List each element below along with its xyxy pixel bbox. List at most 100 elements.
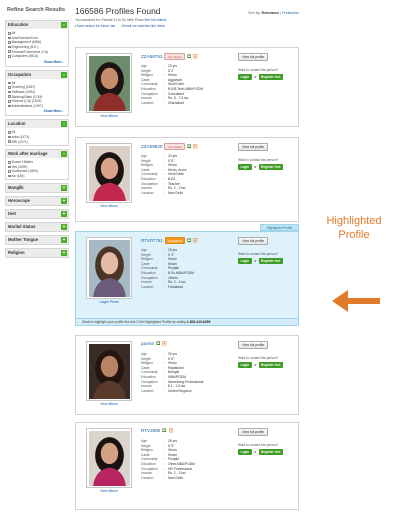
filter-location-header[interactable]: Location - (6, 120, 68, 129)
checkbox[interactable] (8, 45, 11, 49)
filter-mother-tongue[interactable]: Mother Tongue + (5, 235, 69, 246)
expand-icon[interactable]: + (61, 185, 67, 192)
profile-id-link[interactable]: RTV07751 (141, 238, 163, 243)
detail-value: 5' 5" (168, 158, 175, 163)
full-criteria-link[interactable]: See full criteria (144, 18, 166, 22)
collapse-icon[interactable]: - (61, 150, 67, 157)
profile-id-link[interactable]: ZZA58753 (141, 54, 162, 59)
expand-icon[interactable]: + (61, 250, 67, 257)
checkbox[interactable] (8, 131, 11, 134)
login-button[interactable]: Login (238, 449, 252, 455)
checkbox[interactable] (8, 170, 11, 173)
contact-actions: Login or Register free (238, 74, 296, 80)
checkbox[interactable] (8, 90, 11, 94)
option-label: Undecided (1654) (11, 169, 38, 174)
collapse-icon[interactable]: - (61, 22, 67, 28)
option-label: Banking/Stats (1745) (11, 94, 43, 99)
checkbox[interactable] (8, 95, 11, 98)
detail-label: Occupation (141, 466, 158, 471)
register-free-button[interactable]: Register free (258, 74, 284, 80)
profile-id-link[interactable]: RTV2960 (141, 428, 160, 433)
profile-photo[interactable] (86, 428, 132, 488)
profile-photo[interactable] (86, 341, 132, 401)
profile-id-link[interactable]: ZZA59620 (141, 144, 162, 149)
register-free-button[interactable]: Register free (258, 258, 284, 264)
view-album-link[interactable]: View Album (86, 114, 132, 118)
email-matches-link[interactable]: Email me matches like these (121, 24, 165, 28)
view-full-profile-button[interactable]: View full profile (238, 53, 269, 61)
checkbox[interactable] (8, 160, 11, 164)
filter-header[interactable]: Religion + (6, 249, 68, 258)
view-full-profile-button[interactable]: View full profile (238, 237, 269, 245)
checkbox[interactable] (8, 86, 11, 89)
checkbox[interactable] (8, 81, 11, 85)
expand-icon[interactable]: + (61, 211, 67, 218)
checkbox[interactable] (8, 135, 11, 139)
view-full-profile-button[interactable]: View full profile (238, 341, 269, 349)
filter-header[interactable]: Manglik + (6, 184, 68, 193)
expand-icon[interactable]: + (61, 237, 67, 244)
login-button[interactable]: Login (238, 164, 252, 170)
filter-header[interactable]: Horoscope + (6, 197, 68, 206)
detail-value: Khatri (168, 261, 177, 266)
register-free-button[interactable]: Register free (258, 362, 284, 368)
checkbox[interactable] (8, 165, 11, 169)
show-more-link[interactable]: Show More... (8, 59, 66, 65)
filter-occupation-header[interactable]: Occupation - (6, 70, 68, 79)
filter-diet[interactable]: Diet + (5, 209, 69, 220)
expand-icon[interactable]: + (61, 198, 67, 205)
view-album-link[interactable]: View Album (86, 402, 132, 406)
checkbox[interactable] (8, 99, 11, 103)
annotation-line1: Highlighted (326, 215, 382, 227)
login-button[interactable]: Login (238, 258, 252, 264)
checkbox[interactable] (8, 50, 11, 53)
expand-icon[interactable]: + (61, 224, 67, 231)
sort-freshness[interactable]: Freshness (282, 11, 299, 15)
profile-photo[interactable] (86, 53, 132, 113)
view-album-link[interactable]: View Album (86, 489, 132, 493)
checkbox[interactable] (8, 36, 11, 40)
filter-work-header[interactable]: Work after marriage - (6, 149, 68, 158)
collapse-icon[interactable]: - (61, 121, 67, 128)
profile-id-link[interactable]: parmit (141, 341, 154, 346)
checkbox[interactable] (8, 32, 11, 35)
filter-header[interactable]: Marital Status + (6, 223, 68, 232)
collapse-icon[interactable]: - (61, 71, 67, 78)
filter-heading: Work after marriage (8, 150, 48, 156)
profile-photo[interactable] (86, 143, 132, 203)
option-label: India (1473) (11, 135, 30, 140)
checkbox[interactable] (8, 174, 11, 178)
checkbox[interactable] (8, 54, 11, 58)
filter-header[interactable]: Mother Tongue + (6, 236, 68, 245)
filter-manglik[interactable]: Manglik + (5, 183, 69, 194)
option-label: Administrative (1497) (11, 103, 43, 108)
sort-relevance[interactable]: Relevance (262, 11, 280, 15)
checkbox[interactable] (8, 104, 11, 108)
filter-option[interactable]: No (184) (8, 174, 66, 179)
view-full-profile-button[interactable]: View full profile (238, 143, 269, 151)
horoscope-icon (193, 144, 198, 149)
view-album-link[interactable]: View Album (86, 204, 132, 208)
search-criteria-text: You searched for: Female 21 to 30, With … (75, 18, 144, 22)
filter-education-header[interactable]: Education - (6, 21, 68, 29)
filter-marital-status[interactable]: Marital Status + (5, 222, 69, 233)
save-search-link[interactable]: Save search for future use (75, 24, 116, 28)
or-label: or (253, 165, 257, 169)
detail-value: Punjabi (168, 457, 179, 462)
register-free-button[interactable]: Register free (258, 449, 284, 455)
view-full-profile-button[interactable]: View full profile (238, 428, 269, 436)
horoscope-icon (162, 341, 167, 346)
filter-religion[interactable]: Religion + (5, 248, 69, 259)
show-more-link[interactable]: Show More... (8, 108, 66, 114)
login-button[interactable]: Login (238, 362, 252, 368)
view-album-link[interactable]: Larger Photo (86, 300, 132, 304)
login-button[interactable]: Login (238, 74, 252, 80)
filter-option[interactable]: NRI (4271) (8, 139, 66, 144)
detail-value: Aggarwal (168, 77, 182, 82)
filter-horoscope[interactable]: Horoscope + (5, 196, 69, 207)
checkbox[interactable] (8, 41, 11, 44)
checkbox[interactable] (8, 140, 11, 143)
profile-photo[interactable] (86, 237, 132, 299)
register-free-button[interactable]: Register free (258, 164, 284, 170)
filter-header[interactable]: Diet + (6, 210, 68, 219)
